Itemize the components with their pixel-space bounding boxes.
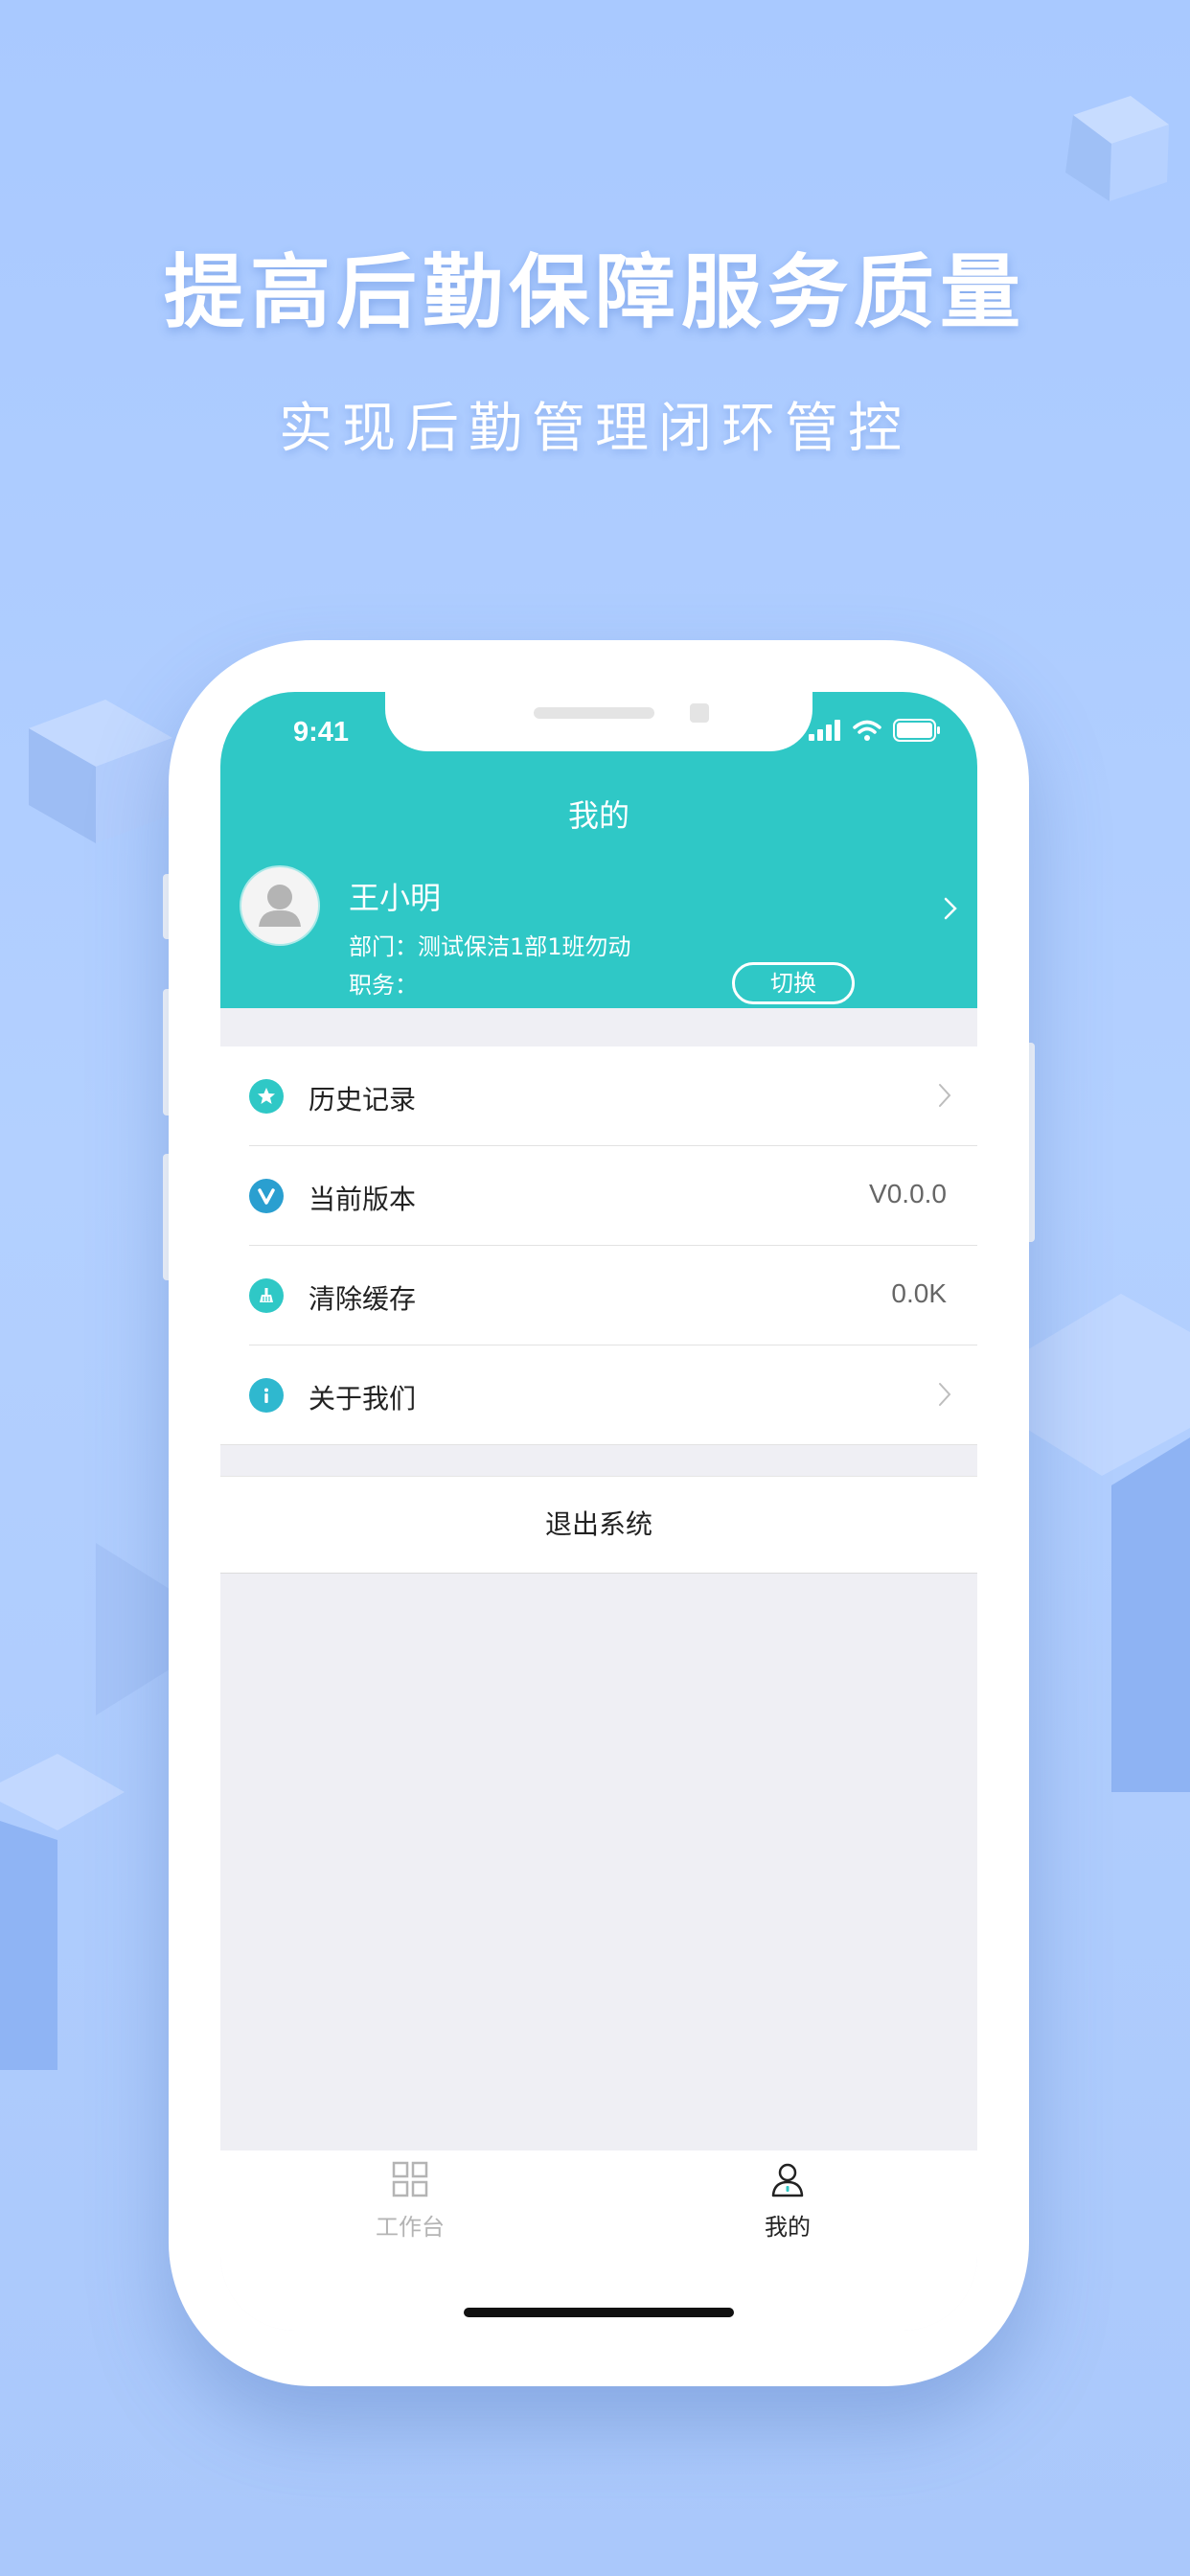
tab-bar: 工作台 我的 [220,2150,977,2331]
chevron-right-icon [939,1084,951,1107]
settings-menu: 历史记录 当前版本 V0.0.0 清除缓存 0.0K 关于我们 [220,1046,977,1445]
user-icon [771,2163,804,2197]
menu-item-clear-cache[interactable]: 清除缓存 0.0K [220,1246,977,1346]
promo-headline: 提高后勤保障服务质量 [163,245,1026,339]
battery-icon [893,719,940,742]
menu-item-history[interactable]: 历史记录 [220,1046,977,1146]
speaker-grille [534,707,654,719]
version-value: V0.0.0 [869,1179,947,1208]
home-indicator [464,2308,734,2317]
avatar[interactable] [241,867,318,944]
promo-subline: 实现后勤管理闭环管控 [279,398,911,460]
profile-chevron-right-icon[interactable] [943,895,958,922]
wifi-icon [853,720,881,741]
menu-item-label: 历史记录 [309,1084,417,1116]
star-icon [249,1079,284,1114]
profile-header: 9:41 我的 王小明 部门：测试保洁1部1班勿动 职务： 切换 [220,692,977,1008]
background-cube-right [1025,1294,1190,1792]
tab-workbench[interactable]: 工作台 [343,2160,477,2242]
info-icon [249,1378,284,1413]
status-icons [809,719,941,742]
menu-item-label: 关于我们 [309,1383,417,1414]
logout-button[interactable]: 退出系统 [220,1476,977,1574]
user-name: 王小明 [349,880,442,916]
signal-icon [809,720,840,741]
phone-notch [385,692,812,751]
cache-size-value: 0.0K [891,1278,947,1308]
user-role: 职务： [349,972,418,999]
version-icon [249,1179,284,1213]
tab-label: 我的 [765,2214,811,2241]
grid-icon [392,2161,428,2197]
background-cube-lower-left [0,1543,172,2070]
menu-item-version[interactable]: 当前版本 V0.0.0 [220,1146,977,1246]
tab-label: 工作台 [376,2214,445,2241]
avatar-placeholder-icon [259,885,301,927]
tab-mine[interactable]: 我的 [721,2160,855,2242]
menu-item-label: 当前版本 [309,1184,417,1215]
divider [220,1444,977,1445]
phone-screen: 9:41 我的 王小明 部门：测试保洁1部1班勿动 职务： 切换 历史记录 当前… [220,692,977,2331]
status-time: 9:41 [293,717,350,748]
front-camera [690,703,709,723]
menu-item-label: 清除缓存 [309,1283,417,1315]
menu-item-about[interactable]: 关于我们 [220,1346,977,1445]
user-department: 部门：测试保洁1部1班勿动 [349,933,631,960]
chevron-right-icon [939,1383,951,1406]
switch-button[interactable]: 切换 [732,962,855,1004]
page-title: 我的 [567,797,629,834]
background-cube-left [29,700,172,843]
broom-icon [249,1278,284,1313]
background-cube-top-right [1065,96,1169,201]
